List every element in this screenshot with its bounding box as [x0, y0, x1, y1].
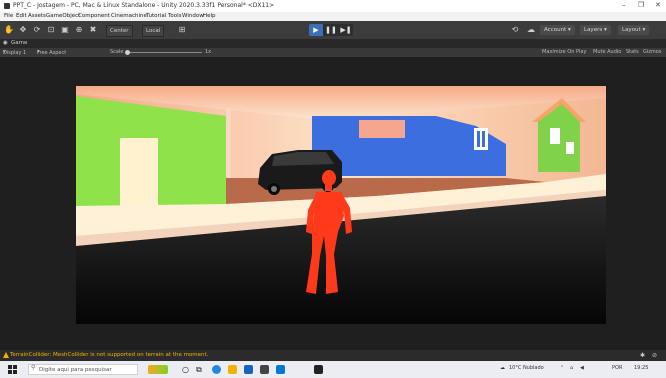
- menu-gameobject[interactable]: GameObject: [46, 13, 80, 19]
- cloud-icon[interactable]: ☁: [526, 25, 536, 35]
- windows-start-icon[interactable]: [8, 365, 17, 374]
- speaker-icon[interactable]: ◀: [580, 365, 584, 371]
- menu-tools[interactable]: Tools: [168, 13, 182, 19]
- search-icon: ⚲: [31, 364, 36, 371]
- account-label: Account: [544, 27, 567, 33]
- transform-tool-icon[interactable]: ⊕: [74, 25, 84, 35]
- pivot-center-toggle[interactable]: Center: [106, 25, 133, 37]
- playback-controls: ▶ ❚❚ ▶❚: [309, 24, 353, 36]
- layout-dropdown[interactable]: Layout ▾: [618, 25, 650, 35]
- windows-taskbar: Digite aqui para pesquisar ⚲ ○ ⧉ ☁ 10°C …: [0, 361, 666, 378]
- maximize-button[interactable]: ❐: [638, 1, 644, 9]
- play-button[interactable]: ▶: [309, 24, 323, 36]
- aspect-label: Free Aspect: [37, 50, 67, 56]
- gizmos-toggle[interactable]: Gizmos: [643, 49, 661, 55]
- move-tool-icon[interactable]: ✥: [18, 25, 28, 35]
- blue-house-sign: [359, 120, 405, 138]
- menu-tutorial[interactable]: Tutorial: [146, 13, 166, 19]
- display-label: Display 1: [3, 50, 27, 56]
- game-tab-bar: ◉ Game: [0, 39, 666, 48]
- rect-tool-icon[interactable]: ▣: [60, 25, 70, 35]
- network-icon[interactable]: ⌂: [570, 365, 573, 371]
- lock-icon[interactable]: ⊘: [652, 352, 657, 359]
- scale-slider-handle[interactable]: [125, 50, 130, 55]
- search-taskbar-icon[interactable]: ○: [182, 365, 191, 374]
- search-placeholder: Digite aqui para pesquisar: [39, 367, 112, 373]
- scale-tool-icon[interactable]: ⊡: [46, 25, 56, 35]
- unity-hub-icon[interactable]: [260, 365, 269, 374]
- scale-label: Scale: [110, 49, 124, 55]
- edge-icon[interactable]: [212, 365, 221, 374]
- green-house-door: [566, 142, 574, 154]
- language-indicator[interactable]: POR: [612, 365, 622, 371]
- unity-taskbar-icon[interactable]: [314, 365, 323, 374]
- blue-house-window: [474, 128, 488, 150]
- minimize-button[interactable]: –: [622, 1, 626, 9]
- file-explorer-icon[interactable]: [228, 365, 237, 374]
- pause-button[interactable]: ❚❚: [324, 24, 338, 36]
- bug-icon[interactable]: ✱: [640, 352, 645, 359]
- window-bar-1: [477, 131, 480, 147]
- rotate-tool-icon[interactable]: ⟳: [32, 25, 42, 35]
- window-titlebar: PPT_C - Jostagem - PC, Mac & Linux Stand…: [0, 0, 666, 12]
- account-dropdown[interactable]: Account ▾: [540, 25, 575, 35]
- mute-audio-toggle[interactable]: Mute Audio: [593, 49, 621, 55]
- game-tab-icon: ◉: [3, 40, 8, 46]
- store-icon[interactable]: [244, 365, 253, 374]
- menu-cinemachine[interactable]: Cinemachine: [111, 13, 147, 19]
- window-bar-2: [482, 131, 485, 147]
- menu-bar: File Edit Assets GameObject Component Ci…: [0, 12, 666, 21]
- scale-slider-track[interactable]: [127, 52, 202, 53]
- task-view-icon[interactable]: ⧉: [196, 365, 205, 374]
- custom-tool-icon[interactable]: ✖: [88, 25, 98, 35]
- space-label: Local: [146, 28, 161, 34]
- maximize-on-play-toggle[interactable]: Maximize On Play: [542, 49, 586, 55]
- display-dropdown[interactable]: Display 1 ▾: [3, 49, 26, 56]
- pivot-label: Center: [110, 28, 129, 34]
- menu-help[interactable]: Help: [203, 13, 216, 19]
- menu-edit[interactable]: Edit: [16, 13, 27, 19]
- warning-icon: [3, 352, 9, 358]
- game-scene: [76, 86, 606, 324]
- pivot-local-toggle[interactable]: Local: [142, 25, 165, 37]
- game-view-controls: Display 1 ▾ Free Aspect ▾ Scale 1x Maxim…: [0, 48, 666, 57]
- door: [120, 138, 158, 208]
- app-icon[interactable]: [276, 365, 285, 374]
- main-toolbar: ✋ ✥ ⟳ ⊡ ▣ ⊕ ✖ Center Local ⊞ ▶ ❚❚ ▶❚ ⟲ ☁…: [0, 21, 666, 39]
- menu-assets[interactable]: Assets: [28, 13, 46, 19]
- news-widget-icon[interactable]: [148, 365, 168, 374]
- taskbar-search-input[interactable]: Digite aqui para pesquisar: [28, 364, 138, 375]
- console-status-bar[interactable]: TerrainCollider: MeshCollider is not sup…: [0, 350, 666, 361]
- close-button[interactable]: ✕: [655, 1, 661, 9]
- collab-icon[interactable]: ⟲: [510, 25, 520, 35]
- unity-logo-icon: [4, 3, 10, 9]
- tray-up-icon[interactable]: ⌃: [560, 365, 564, 371]
- window-title: PPT_C - Jostagem - PC, Mac & Linux Stand…: [13, 2, 275, 9]
- layers-dropdown[interactable]: Layers ▾: [580, 25, 611, 35]
- scale-value: 1x: [205, 49, 212, 55]
- game-render[interactable]: [76, 86, 606, 324]
- stats-toggle[interactable]: Stats: [626, 49, 639, 55]
- clock[interactable]: 19:25: [634, 365, 648, 371]
- grid-snap-icon[interactable]: ⊞: [177, 25, 187, 35]
- menu-file[interactable]: File: [4, 13, 13, 19]
- weather-icon[interactable]: ☁: [500, 365, 505, 371]
- green-house-window: [550, 128, 560, 144]
- tab-game[interactable]: Game: [11, 40, 27, 46]
- layout-label: Layout: [622, 27, 641, 33]
- weather-text[interactable]: 10°C Nublado: [509, 365, 544, 371]
- menu-window[interactable]: Window: [182, 13, 204, 19]
- step-button[interactable]: ▶❚: [339, 24, 353, 36]
- console-warning-message: TerrainCollider: MeshCollider is not sup…: [10, 352, 209, 358]
- hand-tool-icon[interactable]: ✋: [4, 25, 14, 35]
- layers-label: Layers: [584, 27, 603, 33]
- menu-component[interactable]: Component: [78, 13, 110, 19]
- aspect-dropdown[interactable]: Free Aspect ▾: [37, 49, 66, 56]
